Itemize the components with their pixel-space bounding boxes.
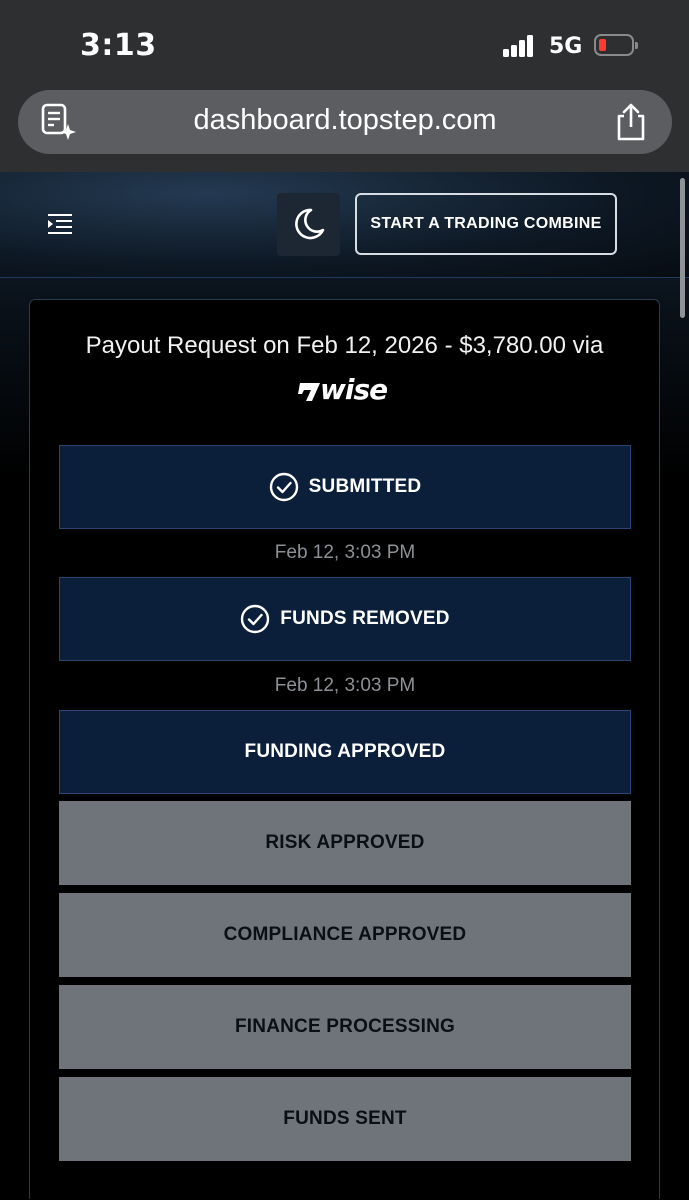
step-funds-removed: FUNDS REMOVED: [59, 577, 631, 661]
start-trading-combine-button[interactable]: START A TRADING COMBINE: [355, 193, 617, 255]
cellular-signal-icon: [503, 35, 535, 57]
battery-icon: [594, 34, 638, 56]
theme-toggle-button[interactable]: [277, 193, 340, 256]
step-label: FINANCE PROCESSING: [234, 1016, 455, 1037]
wise-wordmark: wise: [320, 373, 388, 406]
share-icon[interactable]: [614, 102, 648, 142]
step-funds-sent: FUNDS SENT: [59, 1077, 631, 1161]
moon-icon: [295, 208, 325, 240]
step-label: FUNDING APPROVED: [244, 741, 446, 762]
browser-chrome: 3:13 5G dashboard.topstep.com: [0, 0, 689, 172]
address-bar[interactable]: dashboard.topstep.com: [18, 90, 672, 154]
step-label: FUNDS SENT: [283, 1108, 407, 1129]
check-circle-icon: [269, 472, 298, 502]
menu-expand-icon[interactable]: [46, 212, 74, 236]
step-label: RISK APPROVED: [265, 832, 425, 853]
status-time: 3:13: [80, 28, 157, 63]
url-text[interactable]: dashboard.topstep.com: [18, 104, 672, 137]
network-type: 5G: [549, 34, 583, 59]
page-scrollbar[interactable]: [680, 178, 685, 318]
payout-title: Payout Request on Feb 12, 2026 - $3,780.…: [85, 332, 604, 359]
payout-request-card: Payout Request on Feb 12, 2026 - $3,780.…: [29, 299, 660, 1199]
step-label: COMPLIANCE APPROVED: [223, 924, 467, 945]
check-circle-icon: [241, 604, 270, 634]
wise-logo: wise: [298, 373, 393, 406]
step-timestamp: Feb 12, 3:03 PM: [274, 542, 416, 563]
step-label: SUBMITTED: [308, 476, 422, 497]
dashboard-page: START A TRADING COMBINE Payout Request o…: [0, 172, 689, 1200]
step-submitted: SUBMITTED: [59, 445, 631, 529]
battery-level: [599, 39, 606, 51]
step-risk-approved: RISK APPROVED: [59, 801, 631, 885]
app-header: START A TRADING COMBINE: [0, 172, 689, 278]
step-funding-approved: FUNDING APPROVED: [59, 710, 631, 794]
step-timestamp: Feb 12, 3:03 PM: [274, 675, 416, 696]
step-finance-processing: FINANCE PROCESSING: [59, 985, 631, 1069]
step-compliance-approved: COMPLIANCE APPROVED: [59, 893, 631, 977]
step-label: FUNDS REMOVED: [280, 608, 450, 629]
wise-flag-icon: [298, 383, 320, 401]
